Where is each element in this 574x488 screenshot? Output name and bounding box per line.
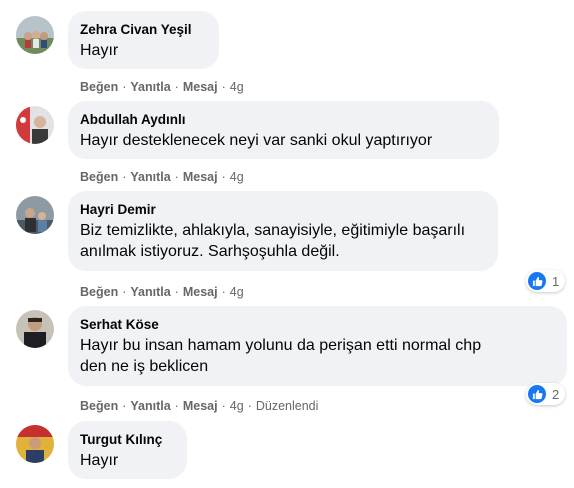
separator: · <box>122 399 127 413</box>
reaction-count[interactable]: 2 <box>526 383 566 405</box>
separator: · <box>221 399 226 413</box>
like-icon <box>528 272 546 290</box>
comment-text: Hayır desteklenecek neyi var sanki okul … <box>80 132 433 149</box>
message-button[interactable]: Mesaj <box>183 399 218 413</box>
message-button[interactable]: Mesaj <box>183 285 218 299</box>
reaction-count-value: 1 <box>552 273 560 289</box>
comment-author[interactable]: Zehra Civan Yeşil <box>80 21 207 38</box>
comment-actions: Beğen · Yanıtla · Mesaj · 4g <box>80 79 244 95</box>
like-button[interactable]: Beğen <box>80 80 118 94</box>
avatar[interactable] <box>16 310 54 348</box>
separator: · <box>174 80 179 94</box>
comment-timestamp[interactable]: 4g <box>230 80 244 94</box>
separator: · <box>247 399 252 413</box>
comment-author[interactable]: Hayri Demir <box>80 201 486 218</box>
comment-timestamp[interactable]: 4g <box>230 399 244 413</box>
separator: · <box>174 285 179 299</box>
comment-bubble: Hayri Demir Biz temizlikte, ahlakıyla, s… <box>68 191 498 271</box>
comment-text: Hayır <box>80 42 119 59</box>
avatar[interactable] <box>16 196 54 234</box>
comment-author[interactable]: Serhat Köse <box>80 316 555 333</box>
comment-actions: Beğen · Yanıtla · Mesaj · 4g · Düzenlendi <box>80 398 318 414</box>
comment-actions: Beğen · Yanıtla · Mesaj · 4g <box>80 169 244 185</box>
avatar[interactable] <box>16 16 54 54</box>
separator: · <box>122 80 127 94</box>
separator: · <box>221 170 226 184</box>
avatar[interactable] <box>16 106 54 144</box>
reply-button[interactable]: Yanıtla <box>130 80 170 94</box>
reaction-count-value: 2 <box>552 386 560 402</box>
comment-timestamp[interactable]: 4g <box>230 170 244 184</box>
like-icon <box>528 385 546 403</box>
separator: · <box>174 170 179 184</box>
separator: · <box>174 399 179 413</box>
like-button[interactable]: Beğen <box>80 285 118 299</box>
comment-text: Hayır bu insan hamam yolunu da perişan e… <box>80 337 482 375</box>
comment-bubble: Zehra Civan Yeşil Hayır <box>68 11 219 69</box>
comment-timestamp[interactable]: 4g <box>230 285 244 299</box>
comment-bubble: Abdullah Aydınlı Hayır desteklenecek ney… <box>68 101 499 159</box>
message-button[interactable]: Mesaj <box>183 80 218 94</box>
comment-bubble: Turgut Kılınç Hayır <box>68 421 187 479</box>
comment-author[interactable]: Turgut Kılınç <box>80 431 175 448</box>
reply-button[interactable]: Yanıtla <box>130 399 170 413</box>
separator: · <box>122 285 127 299</box>
avatar[interactable] <box>16 425 54 463</box>
edited-label[interactable]: Düzenlendi <box>256 399 319 413</box>
message-button[interactable]: Mesaj <box>183 170 218 184</box>
like-button[interactable]: Beğen <box>80 170 118 184</box>
reply-button[interactable]: Yanıtla <box>130 285 170 299</box>
comment-bubble: Serhat Köse Hayır bu insan hamam yolunu … <box>68 306 567 386</box>
comment-actions: Beğen · Yanıtla · Mesaj · 4g <box>80 284 244 300</box>
separator: · <box>122 170 127 184</box>
separator: · <box>221 285 226 299</box>
comment-author[interactable]: Abdullah Aydınlı <box>80 111 487 128</box>
reaction-count[interactable]: 1 <box>526 270 566 292</box>
separator: · <box>221 80 226 94</box>
comment-text: Biz temizlikte, ahlakıyla, sanayisiyle, … <box>80 222 466 260</box>
like-button[interactable]: Beğen <box>80 399 118 413</box>
comment-text: Hayır <box>80 452 119 469</box>
reply-button[interactable]: Yanıtla <box>130 170 170 184</box>
